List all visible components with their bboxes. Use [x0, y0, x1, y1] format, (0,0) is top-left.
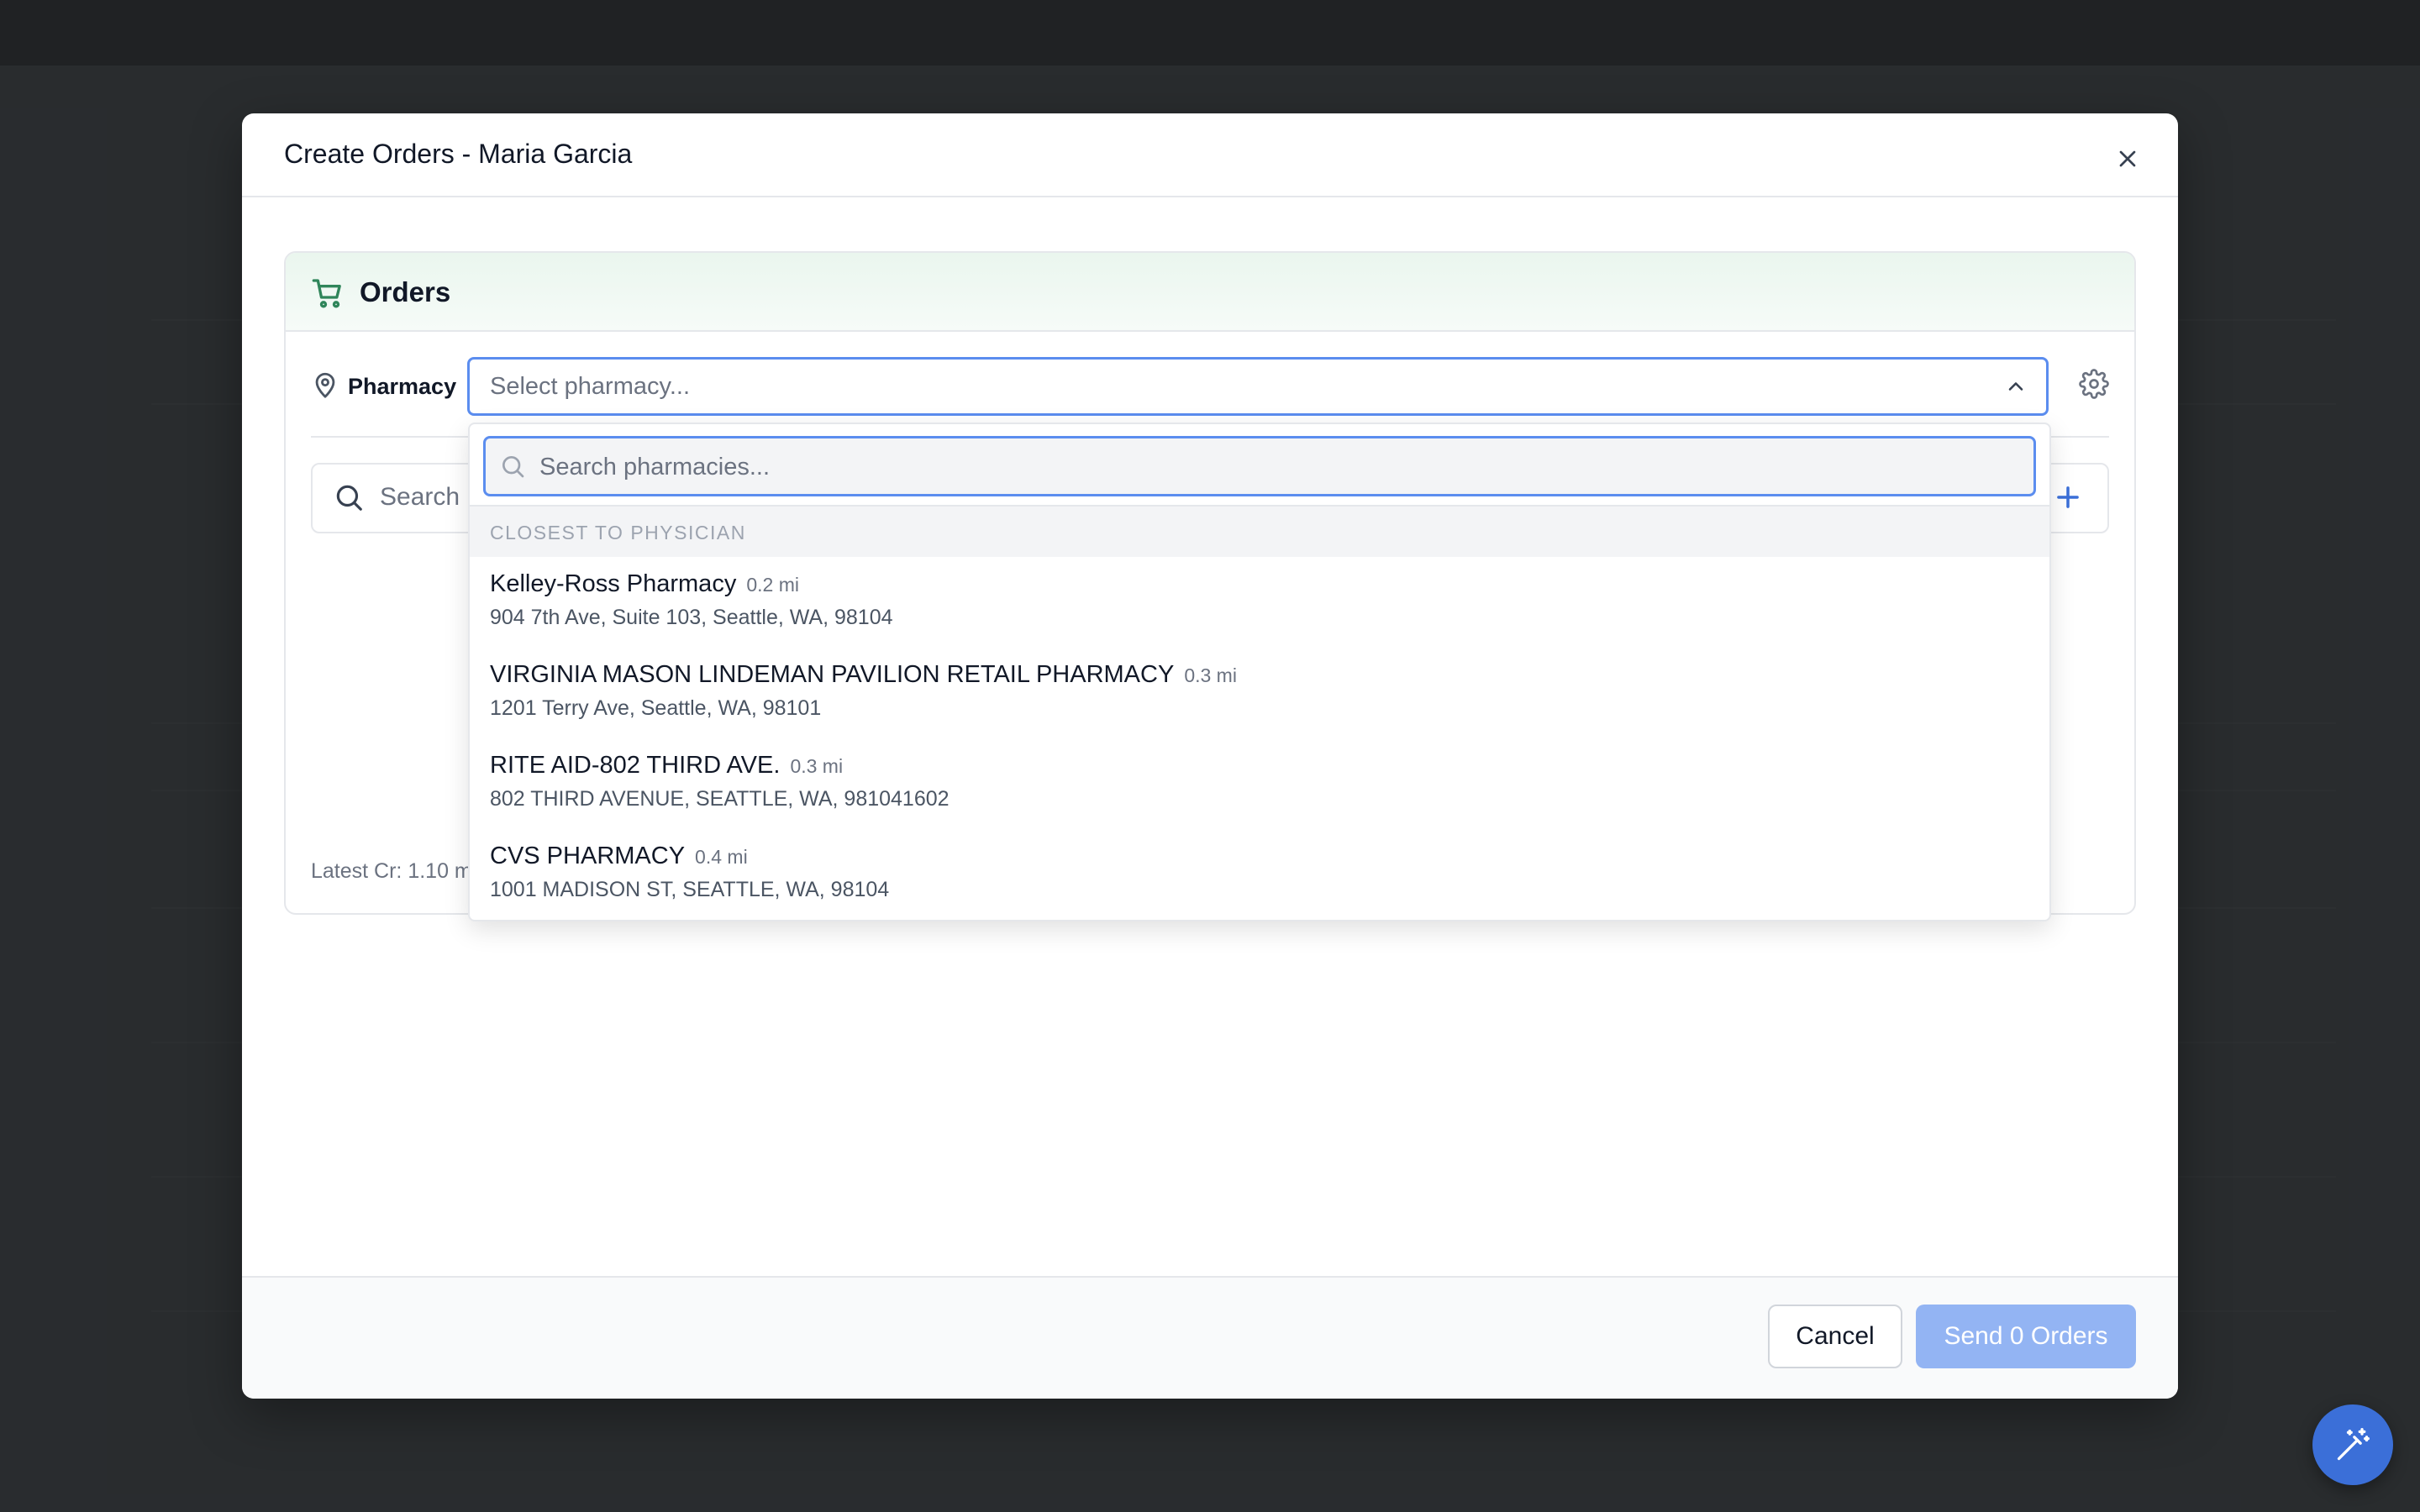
pharmacy-name: RITE AID-802 THIRD AVE.	[490, 752, 781, 779]
pharmacy-distance: 0.2 mi	[746, 574, 799, 596]
orders-header: Orders	[286, 253, 2134, 332]
search-icon	[499, 453, 526, 480]
pharmacy-option[interactable]: Kelley-Ross Pharmacy 0.2 mi 904 7th Ave, …	[470, 555, 2049, 646]
shopping-cart-icon	[311, 276, 345, 310]
pharmacy-distance: 0.3 mi	[1184, 664, 1237, 686]
gear-icon[interactable]	[2079, 369, 2109, 399]
pharmacy-name: Kelley-Ross Pharmacy	[490, 570, 737, 597]
pharmacy-address: 904 7th Ave, Suite 103, Seattle, WA, 981…	[490, 606, 893, 629]
pharmacy-search-input[interactable]: Search pharmacies...	[483, 436, 2036, 496]
map-pin-icon	[311, 370, 339, 399]
pharmacy-label: Pharmacy	[348, 374, 457, 399]
modal-title: Create Orders - Maria Garcia	[284, 139, 633, 169]
order-search-placeholder: Search	[380, 483, 460, 511]
pharmacy-name: VIRGINIA MASON LINDEMAN PAVILION RETAIL …	[490, 661, 1175, 688]
chevron-up-icon	[2004, 375, 2028, 398]
cancel-button[interactable]: Cancel	[1768, 1305, 1902, 1368]
pharmacy-address: 1001 MADISON ST, SEATTLE, WA, 98104	[490, 878, 890, 901]
pharmacy-select-placeholder: Select pharmacy...	[490, 373, 691, 400]
pharmacy-dropdown: Search pharmacies... CLOSEST TO PHYSICIA…	[468, 423, 2051, 921]
pharmacy-select[interactable]: Select pharmacy...	[467, 357, 2049, 416]
pharmacy-search-placeholder: Search pharmacies...	[539, 454, 771, 480]
magic-wand-icon	[2337, 1428, 2370, 1461]
modal-footer: Cancel Send 0 Orders	[242, 1276, 2178, 1399]
send-orders-button[interactable]: Send 0 Orders	[1916, 1305, 2136, 1368]
create-orders-modal: Create Orders - Maria Garcia Orders Phar…	[242, 113, 2178, 1399]
orders-title: Orders	[360, 276, 451, 307]
pharmacy-distance: 0.3 mi	[790, 755, 844, 777]
pharmacy-option[interactable]: VIRGINIA MASON LINDEMAN PAVILION RETAIL …	[470, 646, 2049, 737]
pharmacy-name: CVS PHARMACY	[490, 843, 686, 869]
pharmacy-distance: 0.4 mi	[695, 846, 748, 868]
latest-cr-text: Latest Cr: 1.10 m	[311, 859, 472, 883]
group-label: CLOSEST TO PHYSICIAN	[490, 522, 746, 543]
plus-icon[interactable]	[2052, 481, 2084, 513]
close-icon[interactable]	[2114, 145, 2141, 172]
modal-header: Create Orders - Maria Garcia	[242, 113, 2178, 197]
magic-wand-button[interactable]	[2312, 1404, 2393, 1485]
search-icon	[333, 481, 365, 513]
dropdown-group-header: CLOSEST TO PHYSICIAN	[470, 505, 2049, 557]
pharmacy-row: Pharmacy Select pharmacy...	[311, 357, 2109, 416]
pharmacy-option[interactable]: RITE AID-802 THIRD AVE. 0.3 mi 802 THIRD …	[470, 737, 2049, 827]
pharmacy-option[interactable]: CVS PHARMACY 0.4 mi 1001 MADISON ST, SEAT…	[470, 827, 2049, 918]
pharmacy-address: 1201 Terry Ave, Seattle, WA, 98101	[490, 696, 822, 720]
pharmacy-address: 802 THIRD AVENUE, SEATTLE, WA, 981041602	[490, 787, 950, 811]
